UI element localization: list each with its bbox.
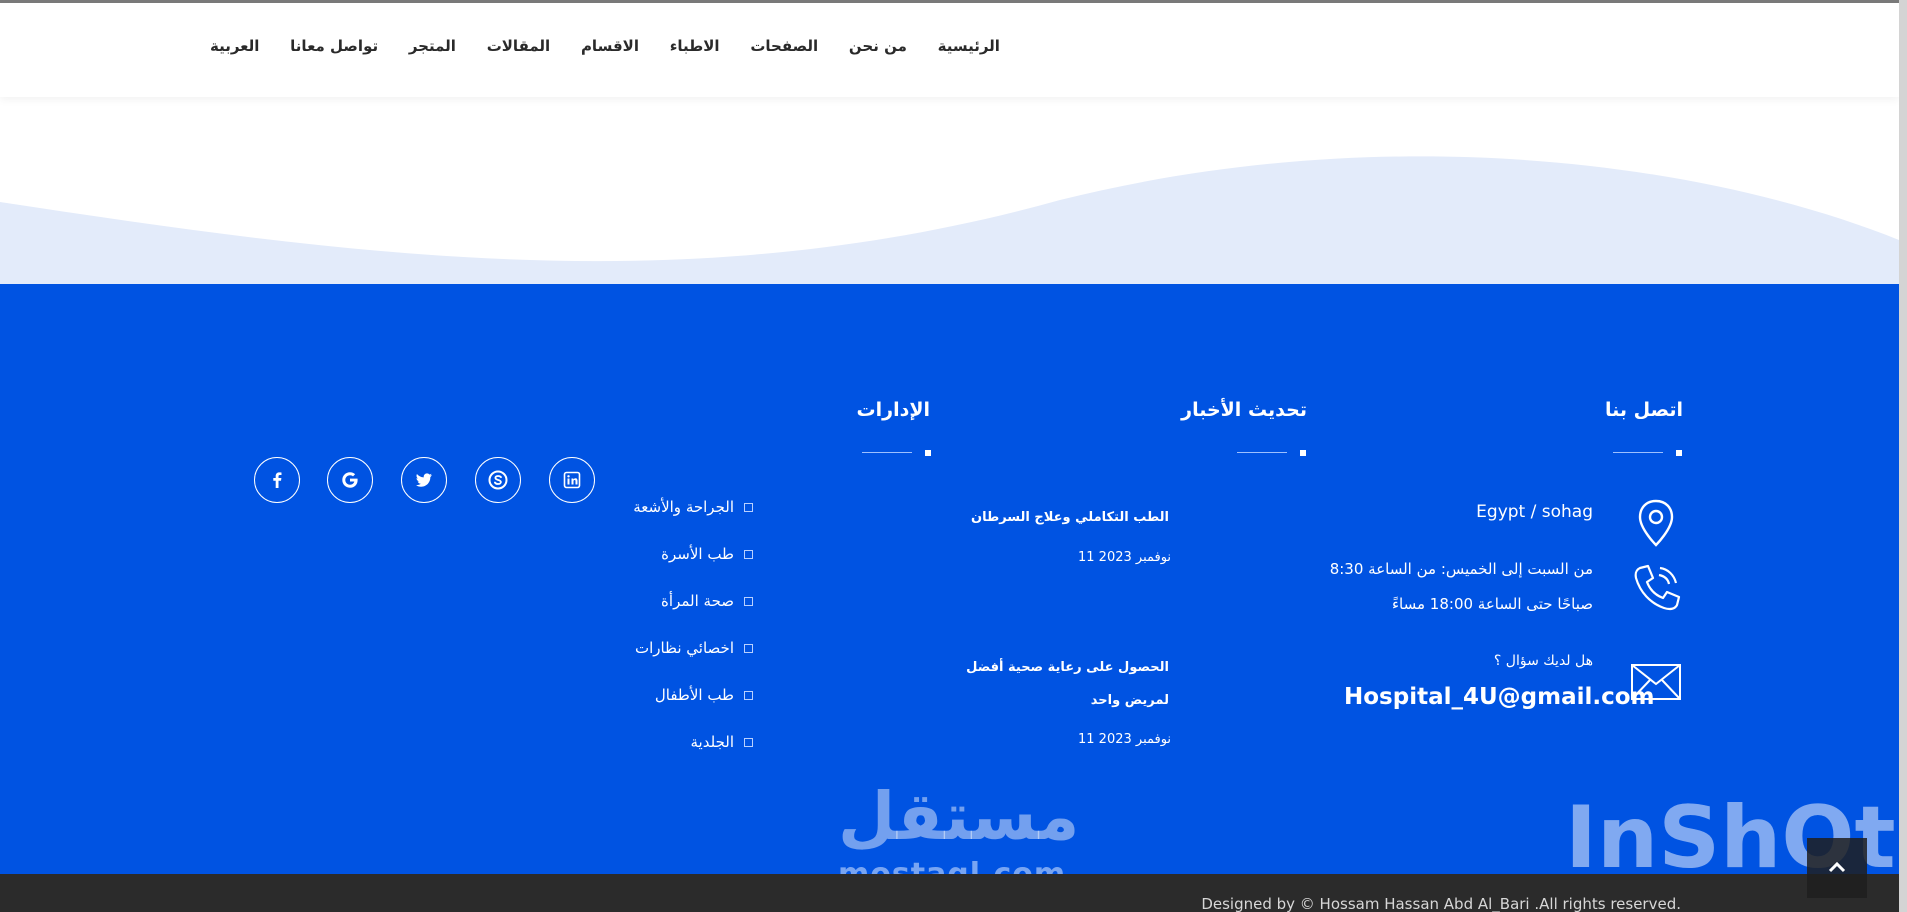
linkedin-icon[interactable] (549, 457, 595, 503)
nav-item-articles[interactable]: المقالات (487, 37, 551, 55)
contact-title: اتصل بنا (1605, 399, 1683, 421)
news-title-line (1237, 452, 1287, 453)
news-item-2-title-line2[interactable]: لمريض واحد (1091, 693, 1169, 708)
checkbox-icon (744, 690, 753, 700)
checkbox-icon (744, 596, 753, 606)
contact-hours-line1: من السبت إلى الخميس: من الساعة 8:30 (1329, 560, 1593, 578)
nav-item-home[interactable]: الرئيسية (938, 37, 1000, 55)
news-item-1-title[interactable]: الطب التكاملي وعلاج السرطان (971, 510, 1169, 525)
mostaql-watermark: مستقل (838, 778, 1080, 855)
departments-title: الإدارات (856, 399, 930, 421)
contact-email-link[interactable]: Hospital_4U@gmail.com (1344, 684, 1655, 710)
department-link[interactable]: الجلدية (691, 733, 753, 751)
nav-item-contact[interactable]: تواصل معانا (290, 37, 378, 55)
contact-question: هل لديك سؤال ؟ (1493, 653, 1593, 669)
departments-title-dot (925, 450, 931, 456)
news-item-1-date: 11 2023 نوفمبر (1078, 550, 1172, 565)
news-title-dot (1300, 450, 1306, 456)
facebook-icon[interactable] (254, 457, 300, 503)
nav-item-pages[interactable]: الصفحات (750, 37, 818, 55)
checkbox-icon (744, 549, 753, 559)
chevron-up-icon (1827, 859, 1847, 878)
department-label: طب الأسرة (661, 545, 734, 563)
checkbox-icon (744, 502, 753, 512)
contact-title-dot (1676, 450, 1682, 456)
department-label: الجراحة والأشعة (633, 498, 734, 516)
scrollbar[interactable] (1899, 0, 1907, 912)
nav-item-departments[interactable]: الاقسام (581, 37, 639, 55)
contact-hours-line2: صباحًا حتى الساعة 18:00 مساءً (1391, 595, 1593, 613)
back-to-top-button[interactable] (1807, 838, 1867, 898)
news-item-2-title[interactable]: الحصول على رعاية صحية أفضل (966, 660, 1169, 675)
checkbox-icon (744, 643, 753, 653)
copyright-text: Designed by © Hossam Hassan Abd Al_Bari … (1201, 895, 1681, 912)
location-pin-icon (1636, 498, 1676, 552)
department-label: طب الأطفال (654, 686, 734, 704)
news-item-2-date: 11 2023 نوفمبر (1078, 732, 1172, 747)
department-link[interactable]: طب الأطفال (655, 686, 753, 704)
department-label: الجلدية (690, 733, 734, 751)
main-nav: الرئيسية من نحن الصفحات الاطباء الاقسام … (210, 37, 1000, 55)
contact-title-line (1613, 452, 1663, 453)
department-link[interactable]: صحة المرأة (661, 592, 753, 610)
department-link[interactable]: الجراحة والأشعة (633, 498, 753, 516)
department-link[interactable]: اخصائي نظارات (635, 639, 753, 657)
nav-item-about[interactable]: من نحن (849, 37, 907, 55)
department-label: صحة المرأة (661, 592, 734, 610)
skype-icon[interactable] (475, 457, 521, 503)
wave-divider (0, 156, 1899, 285)
page: الرئيسية من نحن الصفحات الاطباء الاقسام … (0, 0, 1907, 912)
nav-item-language[interactable]: العربية (210, 37, 259, 55)
contact-location: Egypt / sohag (1476, 502, 1593, 522)
news-title: تحديث الأخبار (1181, 399, 1307, 421)
department-link[interactable]: طب الأسرة (661, 545, 753, 563)
navbar: الرئيسية من نحن الصفحات الاطباء الاقسام … (0, 3, 1899, 97)
twitter-icon[interactable] (401, 457, 447, 503)
nav-item-store[interactable]: المتجر (409, 37, 456, 55)
departments-title-line (862, 452, 912, 453)
department-label: اخصائي نظارات (634, 639, 734, 657)
nav-item-doctors[interactable]: الاطباء (670, 37, 720, 55)
checkbox-icon (744, 737, 753, 747)
phone-icon (1630, 560, 1684, 618)
google-icon[interactable] (327, 457, 373, 503)
